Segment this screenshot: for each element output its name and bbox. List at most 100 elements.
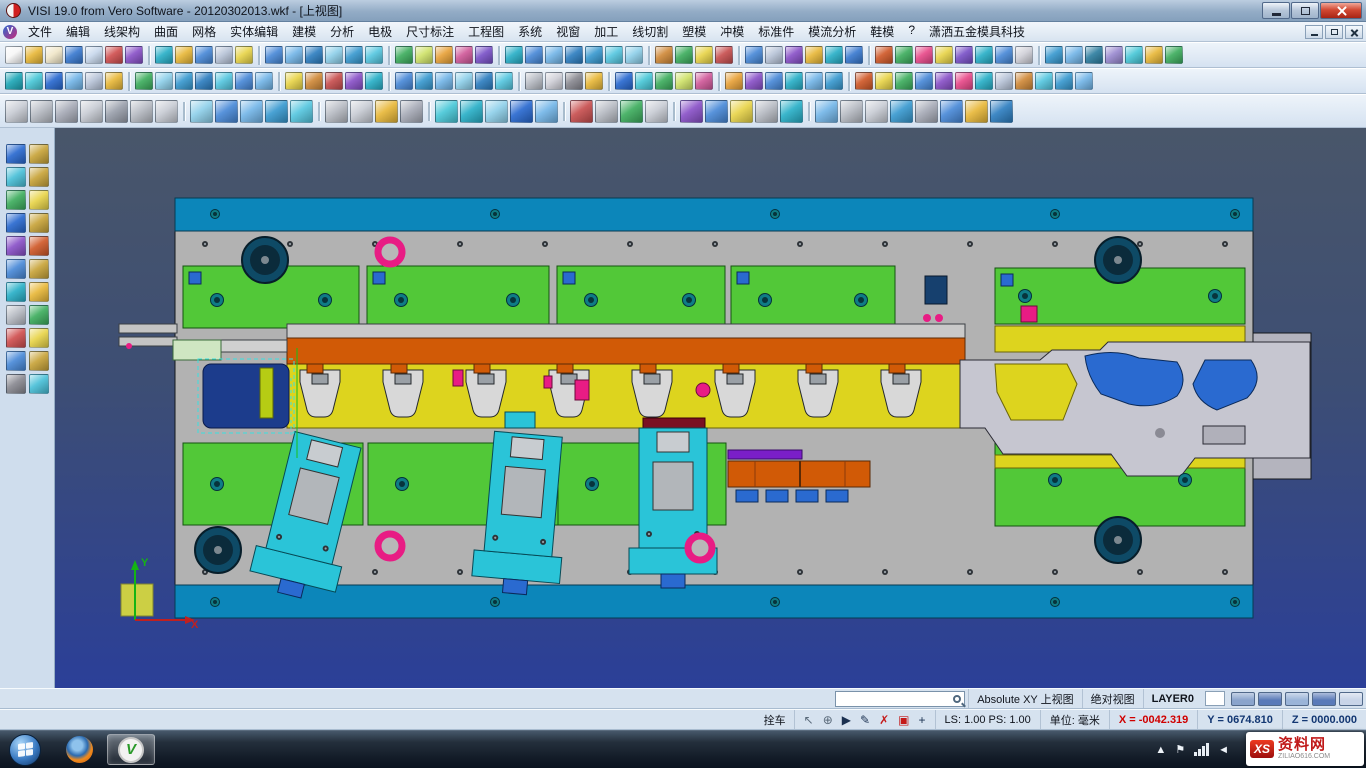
tool-icon[interactable] bbox=[215, 100, 238, 123]
tool-icon[interactable] bbox=[955, 46, 973, 64]
edit-icon[interactable]: ✎ bbox=[857, 713, 873, 727]
tool-icon[interactable] bbox=[29, 144, 49, 164]
tool-icon[interactable] bbox=[6, 351, 26, 371]
tool-icon[interactable] bbox=[375, 100, 398, 123]
tool-icon[interactable] bbox=[6, 144, 26, 164]
absolute-xy-indicator[interactable]: Absolute XY 上视图 bbox=[968, 689, 1081, 708]
flag-icon[interactable]: ⚑ bbox=[1175, 743, 1185, 756]
tool-icon[interactable] bbox=[415, 46, 433, 64]
tool-icon[interactable] bbox=[780, 100, 803, 123]
cad-drawing[interactable]: Y X bbox=[55, 128, 1366, 688]
tool-icon[interactable] bbox=[345, 46, 363, 64]
tool-icon[interactable] bbox=[105, 46, 123, 64]
tool-icon[interactable] bbox=[30, 100, 53, 123]
tool-icon[interactable] bbox=[460, 100, 483, 123]
tool-icon[interactable] bbox=[895, 72, 913, 90]
tool-icon[interactable] bbox=[845, 46, 863, 64]
tool-icon[interactable] bbox=[80, 100, 103, 123]
start-button[interactable] bbox=[9, 734, 41, 766]
taskbar-visi-button[interactable]: V bbox=[107, 734, 155, 765]
tool-icon[interactable] bbox=[105, 72, 123, 90]
menu-item-7[interactable]: 分析 bbox=[323, 21, 361, 42]
tool-icon[interactable] bbox=[395, 46, 413, 64]
tool-icon[interactable] bbox=[135, 72, 153, 90]
tool-icon[interactable] bbox=[505, 46, 523, 64]
tool-icon[interactable] bbox=[6, 282, 26, 302]
tool-icon[interactable] bbox=[745, 46, 763, 64]
tool-icon[interactable] bbox=[55, 100, 78, 123]
tool-icon[interactable] bbox=[585, 72, 603, 90]
tool-icon[interactable] bbox=[705, 100, 728, 123]
tool-icon[interactable] bbox=[265, 46, 283, 64]
tool-icon[interactable] bbox=[285, 72, 303, 90]
minimize-button[interactable] bbox=[1262, 2, 1290, 19]
command-button[interactable] bbox=[1258, 692, 1282, 706]
taskbar-browser-button[interactable] bbox=[55, 734, 103, 765]
tool-icon[interactable] bbox=[875, 72, 893, 90]
tool-icon[interactable] bbox=[755, 100, 778, 123]
tool-icon[interactable] bbox=[29, 213, 49, 233]
menu-item-3[interactable]: 曲面 bbox=[147, 21, 185, 42]
tool-icon[interactable] bbox=[255, 72, 273, 90]
command-button[interactable] bbox=[1339, 692, 1363, 706]
tool-icon[interactable] bbox=[915, 100, 938, 123]
tool-icon[interactable] bbox=[435, 72, 453, 90]
tool-icon[interactable] bbox=[29, 305, 49, 325]
tool-icon[interactable] bbox=[85, 46, 103, 64]
tool-icon[interactable] bbox=[815, 100, 838, 123]
tool-icon[interactable] bbox=[570, 100, 593, 123]
tool-icon[interactable] bbox=[1075, 72, 1093, 90]
tool-icon[interactable] bbox=[285, 46, 303, 64]
tool-icon[interactable] bbox=[455, 72, 473, 90]
tool-icon[interactable] bbox=[215, 46, 233, 64]
menu-item-12[interactable]: 视窗 bbox=[549, 21, 587, 42]
tool-icon[interactable] bbox=[525, 72, 543, 90]
volume-icon[interactable]: ◄ bbox=[1218, 744, 1229, 756]
absolute-view-button[interactable]: 绝对视图 bbox=[1082, 689, 1143, 708]
tool-icon[interactable] bbox=[895, 46, 913, 64]
menu-item-15[interactable]: 塑模 bbox=[675, 21, 713, 42]
menu-item-2[interactable]: 线架构 bbox=[97, 21, 147, 42]
tool-icon[interactable] bbox=[915, 46, 933, 64]
tool-icon[interactable] bbox=[935, 46, 953, 64]
tool-icon[interactable] bbox=[545, 46, 563, 64]
tool-icon[interactable] bbox=[325, 100, 348, 123]
tool-icon[interactable] bbox=[990, 100, 1013, 123]
tool-icon[interactable] bbox=[5, 46, 23, 64]
add-icon[interactable]: + bbox=[916, 713, 929, 727]
tool-icon[interactable] bbox=[965, 100, 988, 123]
search-input[interactable] bbox=[839, 693, 953, 705]
tool-icon[interactable] bbox=[765, 72, 783, 90]
tool-icon[interactable] bbox=[65, 72, 83, 90]
tool-icon[interactable] bbox=[825, 72, 843, 90]
command-button[interactable] bbox=[1312, 692, 1336, 706]
tool-icon[interactable] bbox=[785, 72, 803, 90]
tool-icon[interactable] bbox=[805, 46, 823, 64]
tool-icon[interactable] bbox=[195, 46, 213, 64]
tool-icon[interactable] bbox=[565, 46, 583, 64]
menu-item-1[interactable]: 编辑 bbox=[59, 21, 97, 42]
tool-icon[interactable] bbox=[6, 213, 26, 233]
tool-icon[interactable] bbox=[6, 374, 26, 394]
tool-icon[interactable] bbox=[545, 72, 563, 90]
tool-icon[interactable] bbox=[175, 72, 193, 90]
tool-icon[interactable] bbox=[655, 72, 673, 90]
tool-icon[interactable] bbox=[6, 167, 26, 187]
tool-icon[interactable] bbox=[365, 72, 383, 90]
tool-icon[interactable] bbox=[265, 100, 288, 123]
tool-icon[interactable] bbox=[695, 46, 713, 64]
menu-item-5[interactable]: 实体编辑 bbox=[223, 21, 285, 42]
tool-icon[interactable] bbox=[995, 46, 1013, 64]
tool-icon[interactable] bbox=[840, 100, 863, 123]
tool-icon[interactable] bbox=[635, 72, 653, 90]
tool-icon[interactable] bbox=[535, 100, 558, 123]
tool-icon[interactable] bbox=[125, 46, 143, 64]
run-icon[interactable]: ▶ bbox=[839, 713, 854, 727]
tool-icon[interactable] bbox=[25, 72, 43, 90]
tool-icon[interactable] bbox=[525, 46, 543, 64]
tool-icon[interactable] bbox=[745, 72, 763, 90]
tool-icon[interactable] bbox=[105, 100, 128, 123]
menu-item-19[interactable]: 鞋模 bbox=[863, 21, 901, 42]
menu-item-11[interactable]: 系统 bbox=[511, 21, 549, 42]
menu-item-16[interactable]: 冲模 bbox=[713, 21, 751, 42]
